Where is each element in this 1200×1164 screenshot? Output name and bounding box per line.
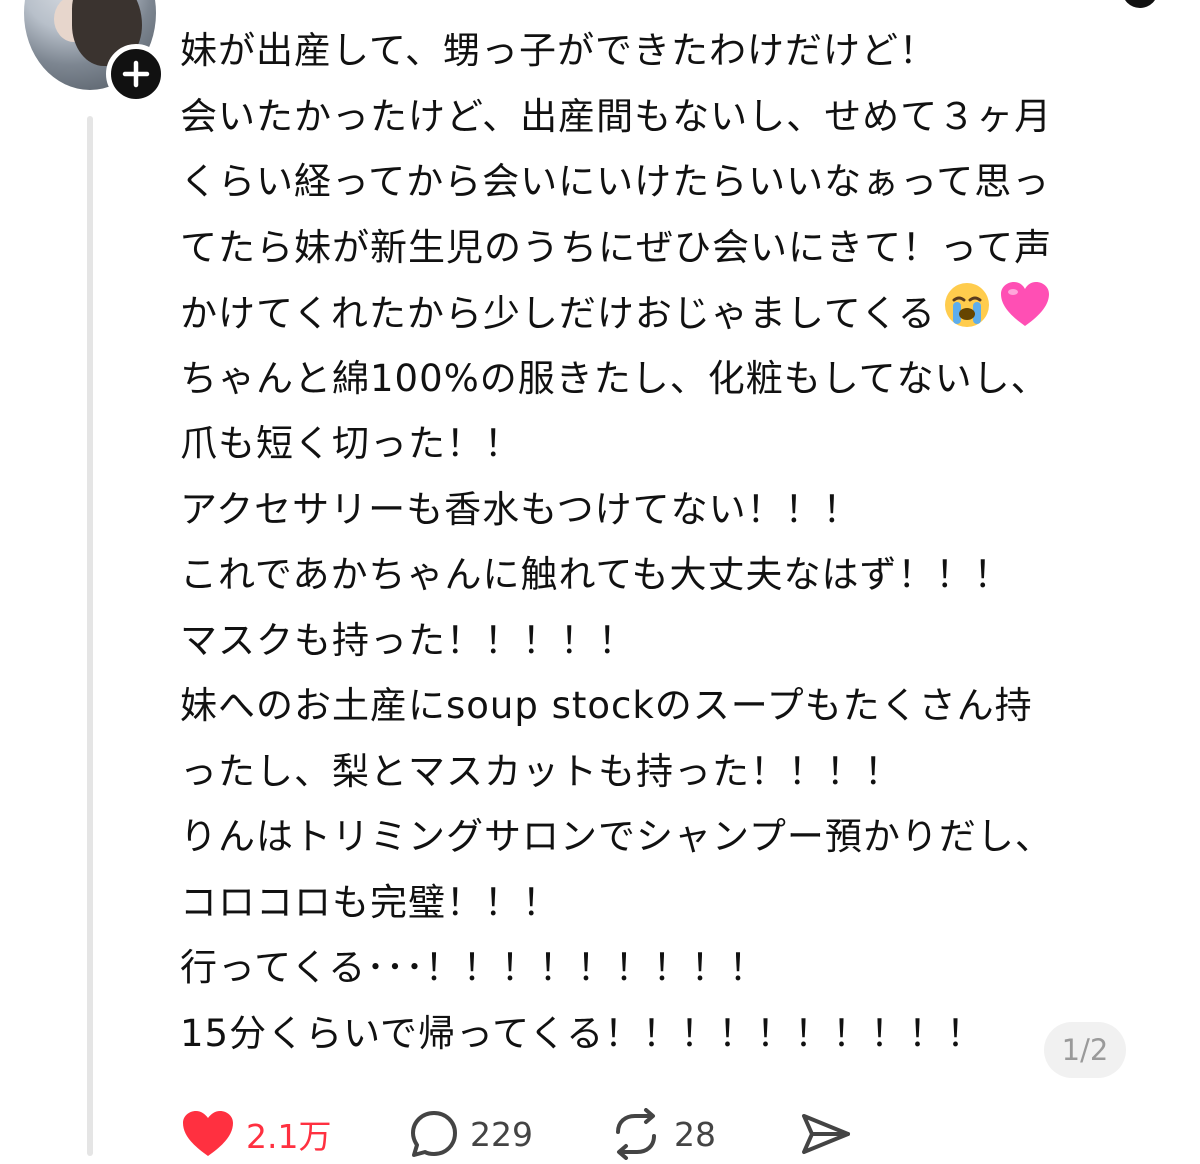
heart-icon [183, 1111, 233, 1156]
post-line-text: かけてくれたから少しだけおじゃましてくる [180, 291, 936, 335]
post-line: てたら妹が新生児のうちにぜひ会いにきて！って声 [180, 225, 1053, 269]
post-line: 妹へのお土産にsoup stockのスープもたくさん持 [180, 684, 1033, 727]
post-line: ちゃんと綿100%の服きたし、化粧もしてないし、 [180, 356, 1049, 400]
post-line: りんはトリミングサロンでシャンプー預かりだし、 [180, 815, 1053, 858]
comment-button[interactable]: 229 [408, 1104, 533, 1164]
post-line: 爪も短く切った！！ [180, 422, 522, 465]
share-button[interactable] [798, 1104, 854, 1164]
follow-plus-button[interactable] [106, 44, 166, 104]
comment-count: 229 [470, 1114, 533, 1154]
post-line: 妹が出産して、甥っ子ができたわけだけど！ [180, 29, 938, 72]
post-line: マスクも持った！！！！！ [180, 618, 636, 662]
pink-heart-icon [998, 280, 1052, 351]
repost-count: 28 [674, 1114, 716, 1154]
post-line: くらい経ってから会いにいけたらいいなぁって思っ [180, 160, 1051, 203]
post-line: ったし、梨とマスカットも持った！！！！ [180, 749, 902, 793]
post-line: アクセサリーも香水もつけてない！！！ [180, 487, 861, 531]
page-indicator: 1/2 [1044, 1022, 1126, 1078]
comment-icon [411, 1111, 457, 1157]
action-bar: 2.1万 229 28 [180, 1104, 880, 1164]
post-line: コロコロも完璧！！！ [180, 880, 560, 924]
thread-line [87, 116, 93, 1156]
post-line: 行ってくる･･･！！！！！！！！！ [180, 946, 767, 989]
post-text: 妹が出産して、甥っ子ができたわけだけど！ 会いたかったけど、出産間もないし、せめ… [180, 18, 1170, 1066]
post-line: これであかちゃんに触れても大丈夫なはず！！！ [180, 553, 1012, 596]
repost-icon [616, 1108, 656, 1160]
post-line: 会いたかったけど、出産間もないし、せめて３ヶ月 [180, 94, 1053, 138]
top-icon [1122, 0, 1158, 8]
share-icon [802, 1114, 850, 1154]
plus-icon [122, 60, 150, 88]
like-button[interactable]: 2.1万 [180, 1104, 331, 1164]
like-count: 2.1万 [246, 1117, 332, 1156]
post-line: 15分くらいで帰ってくる！！！！！！！！！！ [180, 1011, 985, 1055]
post-line: かけてくれたから少しだけおじゃましてくる [180, 280, 1170, 346]
loudly-crying-face-icon [942, 280, 992, 351]
repost-button[interactable]: 28 [608, 1104, 716, 1164]
